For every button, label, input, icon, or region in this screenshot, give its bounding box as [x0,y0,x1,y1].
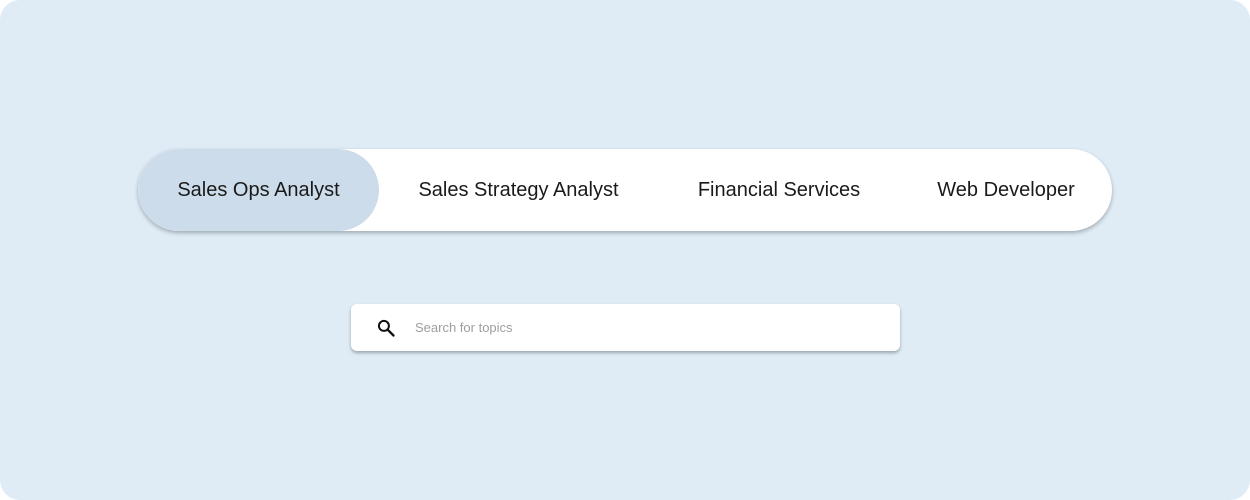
tab-sales-strategy-analyst[interactable]: Sales Strategy Analyst [379,149,658,231]
search-bar [351,304,900,351]
tab-label: Web Developer [937,178,1075,201]
tab-label: Sales Ops Analyst [177,178,340,201]
tab-financial-services[interactable]: Financial Services [658,149,900,231]
page-background: Sales Ops Analyst Sales Strategy Analyst… [0,0,1250,500]
search-icon[interactable] [375,317,397,339]
search-input[interactable] [415,312,900,343]
tab-sales-ops-analyst[interactable]: Sales Ops Analyst [138,149,379,231]
tab-label: Sales Strategy Analyst [418,178,619,201]
tab-web-developer[interactable]: Web Developer [900,149,1112,231]
tab-label: Financial Services [697,178,861,201]
topic-tab-bar: Sales Ops Analyst Sales Strategy Analyst… [138,149,1112,231]
